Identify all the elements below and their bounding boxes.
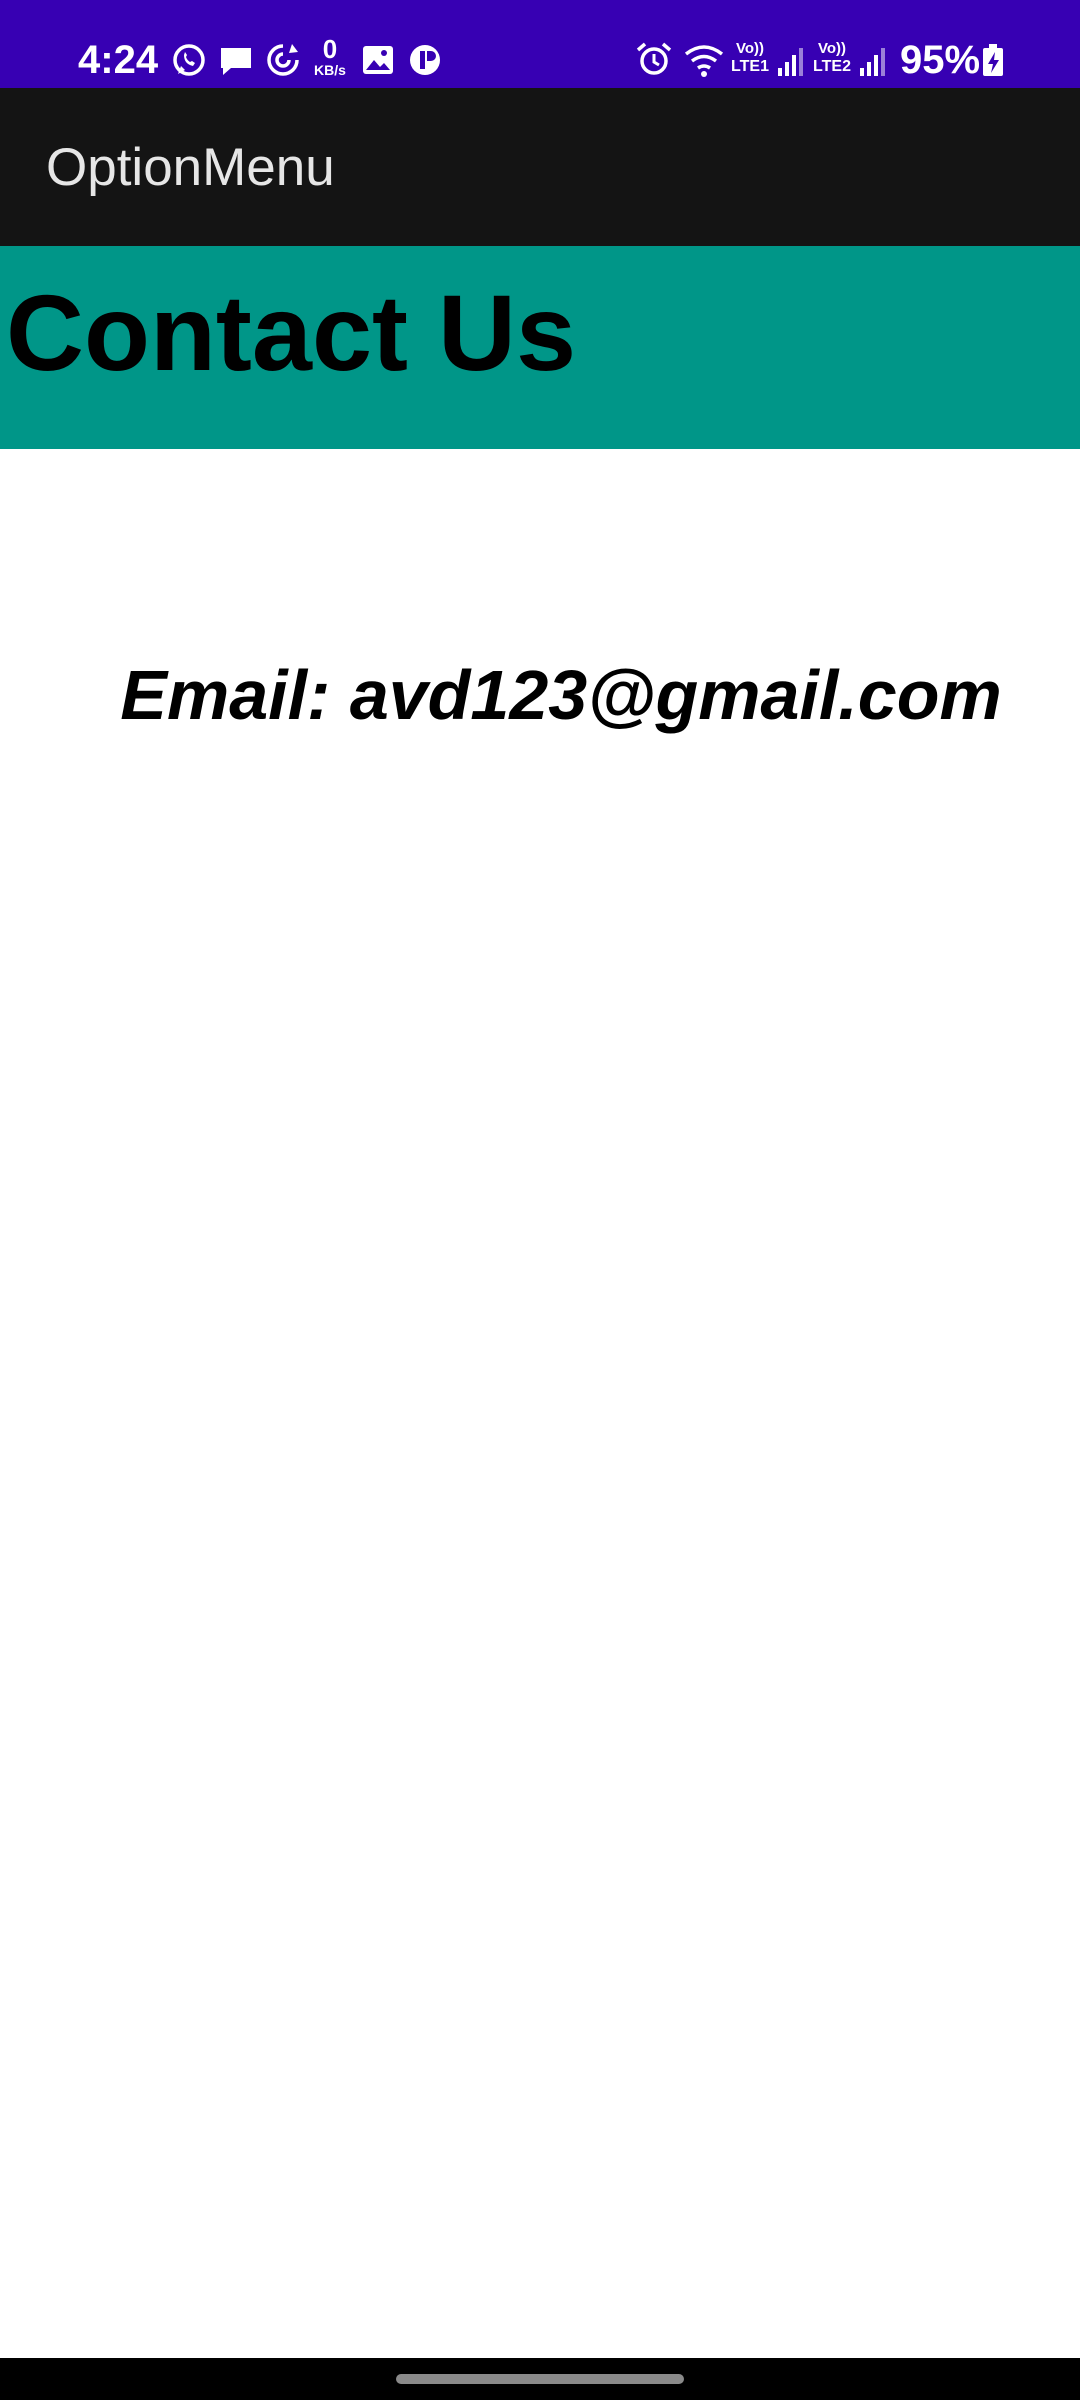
status-bar: 4:24 0 KB/s Vo)) LTE1 Vo)) LTE2 95% [0, 0, 1080, 88]
sim1-label-top: Vo)) [735, 40, 765, 57]
gallery-icon [363, 46, 393, 74]
contact-email: Email: avd123@gmail.com [120, 656, 1002, 734]
signal-icon [778, 48, 803, 76]
header-band: Contact Us [0, 246, 1080, 449]
network-speed: 0 KB/s [308, 36, 352, 78]
sim1-label-bottom: LTE1 [731, 58, 769, 75]
status-time: 4:24 [78, 38, 159, 82]
app-title: OptionMenu [46, 138, 335, 197]
message-icon [221, 48, 251, 75]
signal-icon [860, 48, 885, 76]
app-icon [410, 45, 440, 75]
network-speed-unit: KB/s [314, 62, 346, 78]
wifi-icon [684, 45, 724, 77]
network-speed-value: 0 [322, 34, 338, 64]
page-heading: Contact Us [6, 272, 577, 393]
whatsapp-icon [173, 44, 205, 76]
sim2-label-top: Vo)) [817, 40, 847, 57]
home-gesture-handle[interactable] [396, 2374, 684, 2384]
battery-charging-icon [983, 44, 1003, 76]
sim1-label: Vo)) LTE1 [728, 40, 772, 76]
sim2-label-bottom: LTE2 [813, 58, 851, 75]
alarm-icon [636, 42, 672, 75]
sync-icon [267, 44, 299, 76]
navigation-bar [0, 2358, 1080, 2400]
sim2-label: Vo)) LTE2 [810, 40, 854, 76]
app-bar: OptionMenu [0, 88, 1080, 246]
battery-percent: 95% [900, 38, 981, 82]
